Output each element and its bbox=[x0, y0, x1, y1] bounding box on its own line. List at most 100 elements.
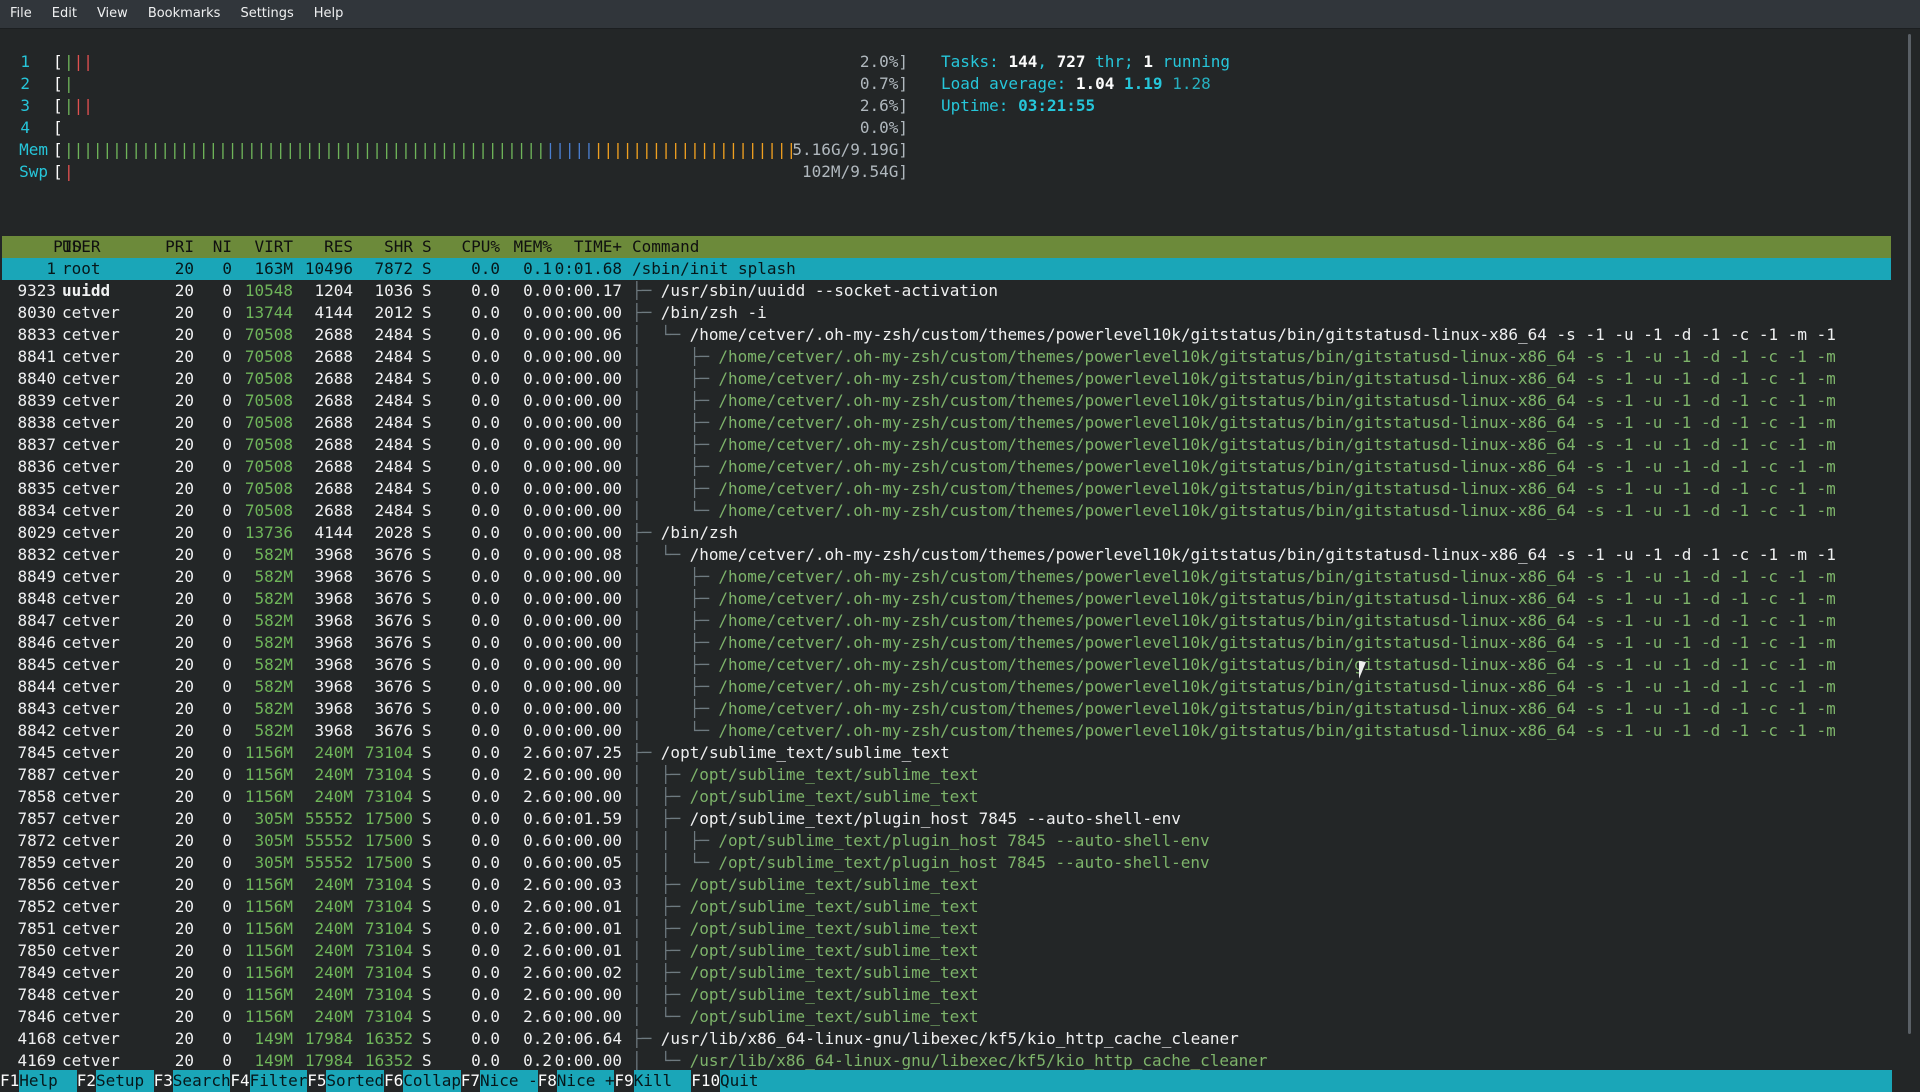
process-row[interactable]: 8836 cetver 20 0 70508 2688 2484 S 0.0 0.0 0:00.00… bbox=[2, 456, 1891, 478]
process-row[interactable]: 7849 cetver 20 0 1156M 240M 73104 S 0.0 2.6 0:00.0… bbox=[2, 962, 1891, 984]
col-shr[interactable]: SHR bbox=[355, 236, 413, 258]
col-mem[interactable]: MEM% bbox=[502, 236, 552, 258]
fkey-label[interactable]: Quit bbox=[720, 1070, 778, 1092]
fkey-f2[interactable]: F2 bbox=[76, 1070, 97, 1092]
fkey-f5[interactable]: F5 bbox=[307, 1070, 327, 1092]
cell-s: S bbox=[422, 567, 432, 586]
process-row[interactable]: 8845 cetver 20 0 582M 3968 3676 S 0.0 0.0 0:00.00 │… bbox=[2, 654, 1891, 676]
process-row[interactable]: 8841 cetver 20 0 70508 2688 2484 S 0.0 0.0 0:00.00… bbox=[2, 346, 1891, 368]
process-row[interactable]: 8838 cetver 20 0 70508 2688 2484 S 0.0 0.0 0:00.00… bbox=[2, 412, 1891, 434]
fkey-label[interactable]: Setup bbox=[96, 1070, 154, 1092]
process-row[interactable]: 8843 cetver 20 0 582M 3968 3676 S 0.0 0.0 0:00.00 │… bbox=[2, 698, 1891, 720]
process-row[interactable]: 8837 cetver 20 0 70508 2688 2484 S 0.0 0.0 0:00.00… bbox=[2, 434, 1891, 456]
fkey-f4[interactable]: F4 bbox=[230, 1070, 250, 1092]
process-row[interactable]: 7852 cetver 20 0 1156M 240M 73104 S 0.0 2.6 0:00.0… bbox=[2, 896, 1891, 918]
fkey-f1[interactable]: F1 bbox=[0, 1070, 20, 1092]
menu-bookmarks[interactable]: Bookmarks bbox=[138, 0, 231, 28]
fkey-f3[interactable]: F3 bbox=[153, 1070, 173, 1092]
process-row[interactable]: 8030 cetver 20 0 13744 4144 2012 S 0.0 0.0 0:00.00… bbox=[2, 302, 1891, 324]
cell-pri: 20 bbox=[174, 743, 194, 762]
process-row[interactable]: 8029 cetver 20 0 13736 4144 2028 S 0.0 0.0 0:00.00… bbox=[2, 522, 1891, 544]
cell-shr: 3676 bbox=[374, 633, 413, 652]
col-user[interactable]: USER bbox=[62, 236, 101, 258]
fkey-f9[interactable]: F9 bbox=[614, 1070, 634, 1092]
terminal-area[interactable]: 1[||| 2.0%] 2[| 0.7%] 3[||| 2.6%] 4[0.0%] Mem[|… bbox=[0, 29, 1892, 1092]
cell-pri: 20 bbox=[174, 589, 194, 608]
fkey-label[interactable]: Filter bbox=[250, 1070, 308, 1092]
cell-pri: 20 bbox=[174, 699, 194, 718]
process-row[interactable]: 7887 cetver 20 0 1156M 240M 73104 S 0.0 2.6 0:00.0… bbox=[2, 764, 1891, 786]
process-row[interactable]: 7872 cetver 20 0 305M 55552 17500 S 0.0 0.6 0:00.0… bbox=[2, 830, 1891, 852]
process-row[interactable]: 1 root 20 0 163M 10496 7872 S 0.0 0.1 0:01.68/sbin… bbox=[2, 258, 1891, 280]
menu-help[interactable]: Help bbox=[304, 0, 354, 28]
menu-view[interactable]: View bbox=[87, 0, 138, 28]
process-row[interactable]: 7858 cetver 20 0 1156M 240M 73104 S 0.0 2.6 0:00.0… bbox=[2, 786, 1891, 808]
process-row[interactable]: 8833 cetver 20 0 70508 2688 2484 S 0.0 0.0 0:00.06… bbox=[2, 324, 1891, 346]
fkey-label[interactable]: Collap bbox=[403, 1070, 461, 1092]
process-row[interactable]: 7851 cetver 20 0 1156M 240M 73104 S 0.0 2.6 0:00.0… bbox=[2, 918, 1891, 940]
cell-shr: 2484 bbox=[374, 369, 413, 388]
cell-time: 0:00.01 bbox=[554, 897, 622, 916]
cell-res: 2688 bbox=[314, 435, 353, 454]
process-row[interactable]: 8842 cetver 20 0 582M 3968 3676 S 0.0 0.0 0:00.00 │… bbox=[2, 720, 1891, 742]
process-row[interactable]: 8840 cetver 20 0 70508 2688 2484 S 0.0 0.0 0:00.00… bbox=[2, 368, 1891, 390]
fkey-label[interactable]: Nice + bbox=[557, 1070, 615, 1092]
col-command[interactable]: Command bbox=[632, 236, 699, 258]
cell-pri: 20 bbox=[174, 941, 194, 960]
process-row[interactable]: 4169 cetver 20 0 149M 17984 16352 S 0.0 0.2 0:00.0… bbox=[2, 1050, 1891, 1072]
menu-file[interactable]: File bbox=[0, 0, 42, 28]
fkey-f6[interactable]: F6 bbox=[384, 1070, 404, 1092]
process-row[interactable]: 8834 cetver 20 0 70508 2688 2484 S 0.0 0.0 0:00.00… bbox=[2, 500, 1891, 522]
fkey-label[interactable]: Kill bbox=[634, 1070, 692, 1092]
col-cpu[interactable]: CPU% bbox=[440, 236, 500, 258]
process-row[interactable]: 7846 cetver 20 0 1156M 240M 73104 S 0.0 2.6 0:00.0… bbox=[2, 1006, 1891, 1028]
cell-ni: 0 bbox=[222, 831, 232, 850]
process-row[interactable]: 7848 cetver 20 0 1156M 240M 73104 S 0.0 2.6 0:00.0… bbox=[2, 984, 1891, 1006]
meter-value: 5.16G/9.19G] bbox=[792, 140, 908, 159]
terminal-scrollbar[interactable] bbox=[1908, 34, 1911, 1034]
process-row[interactable]: 8839 cetver 20 0 70508 2688 2484 S 0.0 0.0 0:00.00… bbox=[2, 390, 1891, 412]
menu-settings[interactable]: Settings bbox=[230, 0, 303, 28]
cell-mem: 0.0 bbox=[523, 633, 552, 652]
cell-res: 3968 bbox=[314, 545, 353, 564]
process-row[interactable]: 7845 cetver 20 0 1156M 240M 73104 S 0.0 2.6 0:07.2… bbox=[2, 742, 1891, 764]
process-row[interactable]: 7857 cetver 20 0 305M 55552 17500 S 0.0 0.6 0:01.5… bbox=[2, 808, 1891, 830]
fkey-label[interactable]: Nice - bbox=[480, 1070, 538, 1092]
process-row[interactable]: 8847 cetver 20 0 582M 3968 3676 S 0.0 0.0 0:00.00 │… bbox=[2, 610, 1891, 632]
cell-cpu: 0.0 bbox=[471, 1051, 500, 1070]
fkey-f8[interactable]: F8 bbox=[537, 1070, 557, 1092]
process-row[interactable]: 7856 cetver 20 0 1156M 240M 73104 S 0.0 2.6 0:00.0… bbox=[2, 874, 1891, 896]
fkey-label[interactable]: Search bbox=[173, 1070, 231, 1092]
col-pri[interactable]: PRI bbox=[152, 236, 194, 258]
process-row[interactable]: 7859 cetver 20 0 305M 55552 17500 S 0.0 0.6 0:00.0… bbox=[2, 852, 1891, 874]
cell-shr: 3676 bbox=[374, 721, 413, 740]
col-ni[interactable]: NI bbox=[197, 236, 232, 258]
process-row[interactable]: 8848 cetver 20 0 582M 3968 3676 S 0.0 0.0 0:00.00 │… bbox=[2, 588, 1891, 610]
cell-pri: 20 bbox=[174, 1051, 194, 1070]
cell-s: S bbox=[422, 391, 432, 410]
fkey-label[interactable]: Sorted bbox=[326, 1070, 384, 1092]
menu-edit[interactable]: Edit bbox=[42, 0, 87, 28]
cell-user: cetver bbox=[62, 875, 120, 894]
process-row[interactable]: 4168 cetver 20 0 149M 17984 16352 S 0.0 0.2 0:06.6… bbox=[2, 1028, 1891, 1050]
cell-pid: 7858 bbox=[17, 787, 56, 806]
cell-s: S bbox=[422, 303, 432, 322]
process-row[interactable]: 8846 cetver 20 0 582M 3968 3676 S 0.0 0.0 0:00.00 │… bbox=[2, 632, 1891, 654]
fkey-label[interactable]: Help bbox=[19, 1070, 77, 1092]
col-res[interactable]: RES bbox=[295, 236, 353, 258]
col-virt[interactable]: VIRT bbox=[235, 236, 293, 258]
process-row[interactable]: 9323 uuidd 20 0 10548 1204 1036 S 0.0 0.0 0:00.17 ├… bbox=[2, 280, 1891, 302]
process-row[interactable]: 8849 cetver 20 0 582M 3968 3676 S 0.0 0.0 0:00.00 │… bbox=[2, 566, 1891, 588]
col-state[interactable]: S bbox=[422, 236, 432, 258]
cell-user: cetver bbox=[62, 655, 120, 674]
cell-s: S bbox=[422, 831, 432, 850]
fkey-f7[interactable]: F7 bbox=[460, 1070, 481, 1092]
cell-res: 2688 bbox=[314, 501, 353, 520]
process-row[interactable]: 8832 cetver 20 0 582M 3968 3676 S 0.0 0.0 0:00.08 │… bbox=[2, 544, 1891, 566]
process-row[interactable]: 7850 cetver 20 0 1156M 240M 73104 S 0.0 2.6 0:00.0… bbox=[2, 940, 1891, 962]
col-time[interactable]: TIME+ bbox=[554, 236, 622, 258]
fkey-f10[interactable]: F10 bbox=[691, 1070, 721, 1092]
cell-s: S bbox=[422, 501, 432, 520]
process-row[interactable]: 8844 cetver 20 0 582M 3968 3676 S 0.0 0.0 0:00.00 │… bbox=[2, 676, 1891, 698]
process-row[interactable]: 8835 cetver 20 0 70508 2688 2484 S 0.0 0.0 0:00.00… bbox=[2, 478, 1891, 500]
